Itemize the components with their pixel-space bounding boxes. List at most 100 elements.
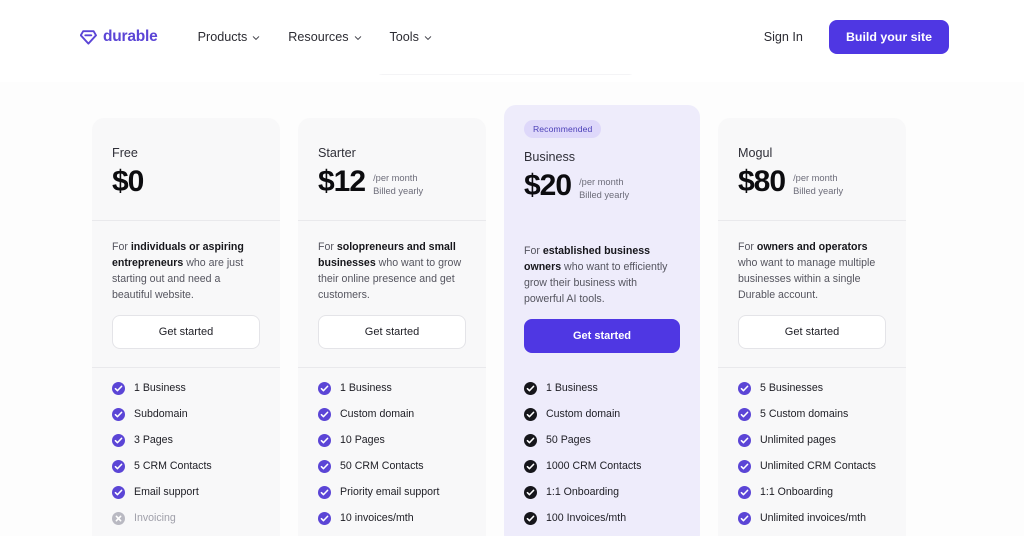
plan-feature-item: 1 Business — [112, 381, 260, 395]
plan-name: Starter — [318, 146, 356, 160]
plan-feature-label: Subdomain — [134, 408, 188, 421]
plan-price: $12 — [318, 165, 366, 198]
check-circle-icon — [524, 381, 537, 395]
check-circle-icon — [524, 485, 537, 499]
plan-feature-list: 1 Business Custom domain 50 Pages 1000 CRM … — [524, 381, 680, 525]
plan-feature-list: 1 Business Subdomain 3 Pages 5 CRM Contacts… — [112, 381, 260, 525]
plan-description-prefix: For — [738, 240, 757, 253]
check-circle-icon — [318, 407, 331, 421]
plan-feature-label: Email support — [134, 486, 199, 499]
plan-feature-label: 1 Business — [134, 382, 186, 395]
sign-in-link[interactable]: Sign In — [764, 30, 803, 44]
card-divider — [504, 224, 700, 225]
card-divider — [718, 219, 906, 221]
features-divider — [504, 367, 700, 368]
get-started-button[interactable]: Get started — [112, 314, 260, 349]
check-circle-icon — [738, 407, 751, 421]
plan-feature-label: Priority email support — [340, 486, 440, 499]
plan-feature-item: Unlimited pages — [738, 433, 886, 447]
plan-feature-label: 50 CRM Contacts — [340, 460, 424, 473]
brand-name: durable — [103, 28, 158, 45]
durable-diamond-logo-icon — [80, 29, 97, 45]
plan-feature-item: 3 Pages — [112, 433, 260, 447]
main-nav: Products Resources Tools — [198, 30, 432, 44]
plan-description-suffix: who want to manage multiple businesses w… — [738, 256, 876, 301]
check-circle-icon — [738, 381, 751, 395]
brand-logo[interactable]: durable — [80, 28, 158, 46]
check-circle-icon — [738, 485, 751, 499]
plan-description: For established business owners who want… — [524, 243, 680, 307]
build-your-site-button[interactable]: Build your site — [828, 20, 949, 54]
check-circle-icon — [112, 433, 125, 447]
check-circle-icon — [738, 433, 751, 447]
recommended-badge: Recommended — [524, 120, 602, 138]
nav-item-products-label: Products — [197, 30, 248, 44]
plan-feature-item: 1 Business — [524, 381, 680, 395]
plan-feature-label: Custom domain — [546, 408, 621, 421]
nav-item-tools[interactable]: Tools — [390, 30, 432, 44]
plan-price-meta: /per month Billed yearly — [373, 166, 423, 197]
plan-period: /per month — [579, 177, 624, 187]
plan-description-prefix: For — [524, 244, 543, 257]
plan-feature-label: 10 Pages — [340, 434, 385, 447]
plan-price-row: $12/per month Billed yearly — [318, 166, 466, 198]
plan-feature-item: 1000 CRM Contacts — [524, 459, 680, 473]
plan-price-row: $0 — [112, 166, 260, 198]
plan-feature-item: 5 Custom domains — [738, 407, 886, 421]
check-circle-icon — [112, 485, 125, 499]
chevron-down-icon — [354, 36, 361, 40]
plan-feature-item: 50 CRM Contacts — [318, 459, 466, 473]
chevron-down-icon — [424, 36, 432, 40]
nav-item-resources-label: Resources — [288, 30, 349, 44]
plan-feature-item: 1 Business — [318, 381, 466, 395]
check-circle-icon — [738, 511, 751, 525]
features-divider — [298, 366, 486, 368]
plan-name: Free — [112, 146, 138, 160]
check-circle-icon — [318, 485, 331, 499]
plan-feature-list: 1 Business Custom domain 10 Pages 50 CRM Co… — [318, 381, 466, 525]
plan-feature-label: Custom domain — [340, 408, 415, 421]
plan-price-meta: /per month Billed yearly — [579, 170, 629, 201]
plan-feature-item: Custom domain — [524, 407, 680, 421]
check-circle-icon — [524, 407, 537, 421]
plan-feature-label: Unlimited CRM Contacts — [760, 460, 876, 473]
chevron-down-icon — [253, 36, 260, 40]
get-started-button[interactable]: Get started — [318, 314, 466, 349]
plan-feature-label: 1:1 Onboarding — [760, 486, 834, 499]
plan-price: $80 — [738, 165, 786, 198]
plan-feature-item: Custom domain — [318, 407, 466, 421]
plan-feature-label: 10 invoices/mth — [340, 512, 414, 525]
plan-billing-note: Billed yearly — [793, 185, 844, 196]
plan-description: For solopreneurs and small businesses wh… — [318, 239, 466, 303]
plan-billing-note: Billed yearly — [579, 189, 630, 200]
plan-feature-label: 1000 CRM Contacts — [546, 460, 642, 473]
pricing-card: Mogul $80/per month Billed yearly For owner… — [718, 118, 906, 536]
plan-feature-item: 50 Pages — [524, 433, 680, 447]
check-circle-icon — [524, 511, 537, 525]
nav-item-resources[interactable]: Resources — [288, 30, 361, 44]
pricing-card: Free $0 For individuals or aspiring entrep… — [92, 118, 280, 536]
plan-feature-item: Unlimited invoices/mth — [738, 511, 886, 525]
header-actions: Sign In Build your site — [764, 20, 949, 54]
plan-feature-label: 1 Business — [340, 382, 392, 395]
plan-description-prefix: For — [112, 240, 131, 253]
plan-period: /per month — [793, 173, 838, 183]
plan-feature-label: Invoicing — [134, 512, 176, 525]
check-circle-icon — [318, 433, 331, 447]
plan-name: Mogul — [738, 146, 773, 160]
get-started-button[interactable]: Get started — [524, 318, 680, 353]
plan-feature-label: 1:1 Onboarding — [546, 486, 620, 499]
check-circle-icon — [524, 459, 537, 473]
nav-item-products[interactable]: Products — [198, 30, 261, 44]
plan-feature-item: 1:1 Onboarding — [738, 485, 886, 499]
get-started-button[interactable]: Get started — [738, 314, 886, 349]
plan-feature-item: Email support — [112, 485, 260, 499]
pricing-card: Starter $12/per month Billed yearly For sol… — [298, 118, 486, 536]
plan-feature-label: 5 CRM Contacts — [134, 460, 212, 473]
plan-feature-item: 100 Invoices/mth — [524, 511, 680, 525]
check-circle-icon — [524, 433, 537, 447]
check-circle-icon — [318, 459, 331, 473]
nav-item-tools-label: Tools — [389, 30, 419, 44]
plan-price-row: $20/per month Billed yearly — [524, 170, 680, 202]
plan-period: /per month — [373, 173, 418, 183]
